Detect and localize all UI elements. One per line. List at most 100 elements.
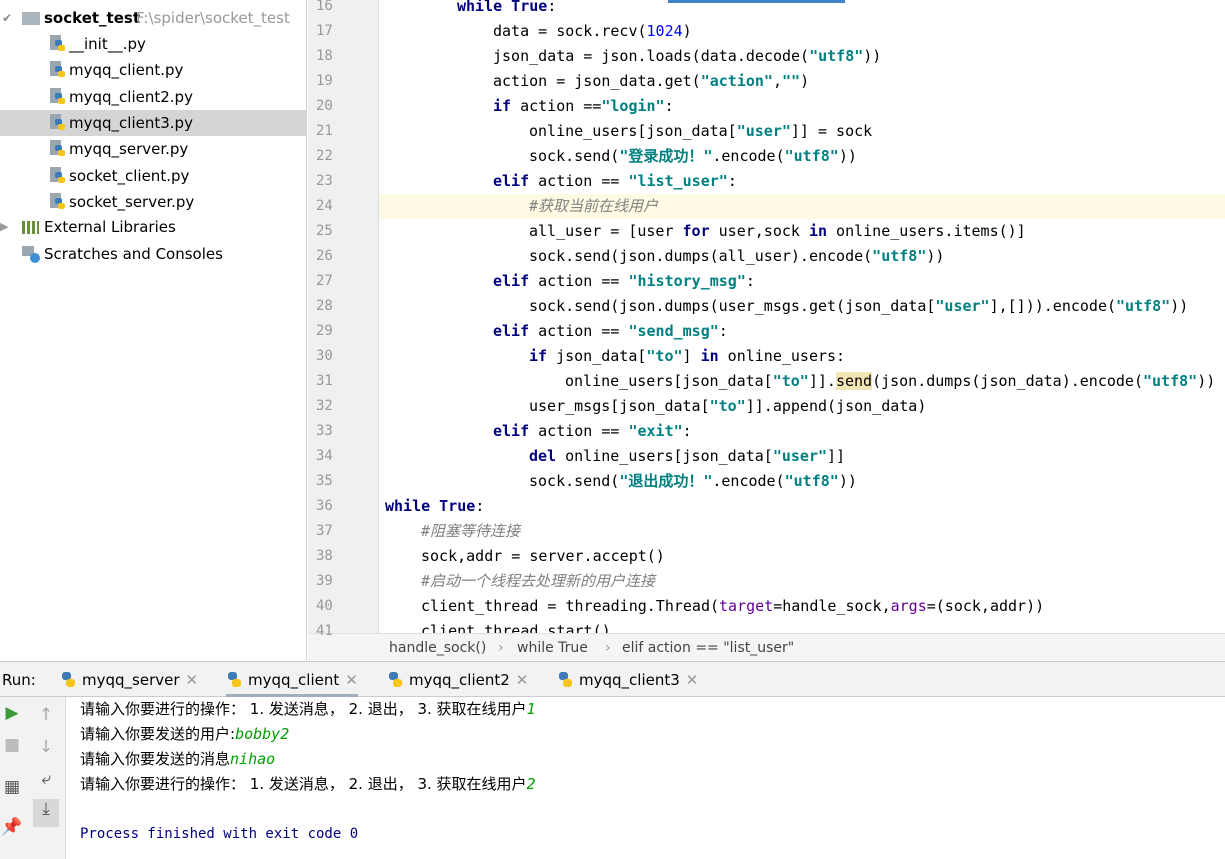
pin-icon[interactable]: 📌	[1, 817, 23, 837]
code-token: ))	[926, 247, 945, 265]
code-line[interactable]: action = json_data.get("action","")	[379, 69, 1225, 94]
run-tab-myqq_client3[interactable]: myqq_client3 ✕	[557, 662, 698, 697]
code-token: .encode(	[712, 472, 785, 490]
code-line[interactable]: elif action == "history_msg":	[379, 269, 1225, 294]
tree-file[interactable]: myqq_client2.py	[0, 84, 307, 110]
code-token: data = sock.recv(	[493, 22, 647, 40]
chevron-right-icon[interactable]: ▶	[0, 214, 8, 240]
code-token: #启动一个线程去处理新的用户连接	[421, 572, 656, 590]
scroll-to-end-icon[interactable]: ⤓	[33, 799, 59, 827]
code-editor[interactable]: while True: data = sock.recv(1024) json_da…	[378, 0, 1225, 633]
line-number: 24	[316, 198, 333, 214]
code-line[interactable]: sock.send(json.dumps(all_user).encode("u…	[379, 244, 1225, 269]
tree-file[interactable]: myqq_server.py	[0, 136, 307, 162]
chevron-down-icon[interactable]: ✔	[2, 5, 12, 31]
project-tree: ✔ socket_test F:\spider\socket_test __in…	[0, 0, 307, 660]
code-token: "登录成功！"	[619, 147, 713, 165]
code-token: #阻塞等待连接	[421, 522, 521, 540]
tree-file[interactable]: __init__.py	[0, 31, 307, 57]
code-line[interactable]: if action =="login":	[379, 94, 1225, 119]
line-number: 27	[316, 273, 333, 289]
tree-root-socket-test[interactable]: ✔ socket_test F:\spider\socket_test	[0, 5, 307, 31]
code-token: args	[890, 597, 927, 615]
line-number: 28	[316, 298, 333, 314]
tree-file[interactable]: myqq_client.py	[0, 57, 307, 83]
code-line[interactable]: sock.send(json.dumps(user_msgs.get(json_…	[379, 294, 1225, 319]
run-tab-myqq_client[interactable]: myqq_client ✕	[226, 662, 358, 697]
close-icon[interactable]: ✕	[516, 671, 529, 689]
code-line[interactable]: json_data = json.loads(data.decode("utf8…	[379, 44, 1225, 69]
close-icon[interactable]: ✕	[686, 671, 699, 689]
code-token: json_data[	[547, 347, 647, 365]
run-tab-myqq_server[interactable]: myqq_server ✕	[60, 662, 198, 697]
tree-scratches[interactable]: Scratches and Consoles	[0, 241, 307, 267]
code-token: 1024	[646, 22, 683, 40]
code-token: ))	[1170, 297, 1189, 315]
console-input: bobby2	[235, 725, 290, 743]
python-file-icon	[50, 61, 66, 79]
tree-external-libraries[interactable]: ▶ External Libraries	[0, 214, 307, 240]
code-line[interactable]: del online_users[json_data["user"]]	[379, 444, 1225, 469]
tree-file[interactable]: socket_server.py	[0, 189, 307, 215]
console-line: 请输入你要进行的操作： 1. 发送消息， 2. 退出， 3. 获取在线用户1	[80, 697, 536, 722]
code-token: action = json_data.get(	[493, 72, 701, 90]
file-name: myqq_client2.py	[69, 87, 193, 106]
stop-icon[interactable]: ■	[1, 735, 23, 755]
line-number: 19	[316, 73, 333, 89]
code-line[interactable]: elif action == "send_msg":	[379, 319, 1225, 344]
line-number: 32	[316, 398, 333, 414]
code-line[interactable]: elif action == "list_user":	[379, 169, 1225, 194]
file-name: socket_server.py	[69, 192, 195, 211]
code-line[interactable]: user_msgs[json_data["to"]].append(json_d…	[379, 394, 1225, 419]
breadcrumb: handle_sock() › while True › elif action…	[308, 633, 1225, 661]
breadcrumb-item[interactable]: while True	[517, 634, 588, 662]
code-token: )	[800, 72, 810, 90]
line-number: 39	[316, 573, 333, 589]
soft-wrap-icon[interactable]: ⤶	[35, 769, 57, 789]
line-number: 29	[316, 323, 333, 339]
code-token: :	[682, 422, 692, 440]
code-line[interactable]: while True:	[379, 494, 1225, 519]
code-line[interactable]: elif action == "exit":	[379, 419, 1225, 444]
code-line[interactable]: #获取当前在线用户	[379, 194, 1225, 219]
code-line[interactable]: data = sock.recv(1024)	[379, 19, 1225, 44]
code-token: json_data = json.loads(data.decode(	[493, 47, 810, 65]
scroll-up-icon[interactable]: ↑	[35, 705, 57, 725]
code-line[interactable]: sock,addr = server.accept()	[379, 544, 1225, 569]
file-name: myqq_server.py	[69, 140, 189, 159]
line-number: 23	[316, 173, 333, 189]
close-icon[interactable]: ✕	[345, 671, 358, 689]
code-token: sock,addr = server.accept()	[421, 547, 665, 565]
code-line[interactable]: #阻塞等待连接	[379, 519, 1225, 544]
layout-icon[interactable]: ▦	[1, 777, 23, 797]
code-line[interactable]: client_thread.start()	[379, 619, 1225, 633]
code-line[interactable]: sock.send("退出成功！".encode("utf8"))	[379, 469, 1225, 494]
line-number: 36	[316, 498, 333, 514]
code-line[interactable]: sock.send("登录成功！".encode("utf8"))	[379, 144, 1225, 169]
breadcrumb-item[interactable]: handle_sock()	[389, 634, 486, 662]
code-line[interactable]: all_user = [user for user,sock in online…	[379, 219, 1225, 244]
close-icon[interactable]: ✕	[186, 671, 199, 689]
console-line: 请输入你要发送的用户:bobby2	[80, 722, 289, 747]
code-line[interactable]: client_thread = threading.Thread(target=…	[379, 594, 1225, 619]
code-line[interactable]: #启动一个线程去处理新的用户连接	[379, 569, 1225, 594]
code-line[interactable]: online_users[json_data["to"]].send(json.…	[379, 369, 1225, 394]
rerun-icon[interactable]: ▶	[1, 703, 23, 723]
code-line[interactable]: if json_data["to"] in online_users:	[379, 344, 1225, 369]
tree-file[interactable]: myqq_client3.py	[0, 109, 307, 136]
run-tab-myqq_client2[interactable]: myqq_client2 ✕	[387, 662, 528, 697]
code-token: ))	[838, 147, 857, 165]
line-number: 35	[316, 473, 333, 489]
run-label: Run:	[2, 671, 36, 689]
code-token: =handle_sock,	[773, 597, 891, 615]
code-token: "utf8"	[784, 472, 839, 490]
code-token: action ==	[529, 272, 629, 290]
run-console[interactable]: 请输入你要进行的操作： 1. 发送消息， 2. 退出， 3. 获取在线用户1 请输…	[66, 697, 1225, 859]
code-token: :	[727, 172, 737, 190]
code-token: ,	[772, 72, 782, 90]
tree-file[interactable]: socket_client.py	[0, 163, 307, 189]
breadcrumb-item[interactable]: elif action == "list_user"	[622, 634, 794, 662]
code-line[interactable]: online_users[json_data["user"]] = sock	[379, 119, 1225, 144]
scroll-down-icon[interactable]: ↓	[35, 737, 57, 757]
code-token: :	[745, 272, 755, 290]
